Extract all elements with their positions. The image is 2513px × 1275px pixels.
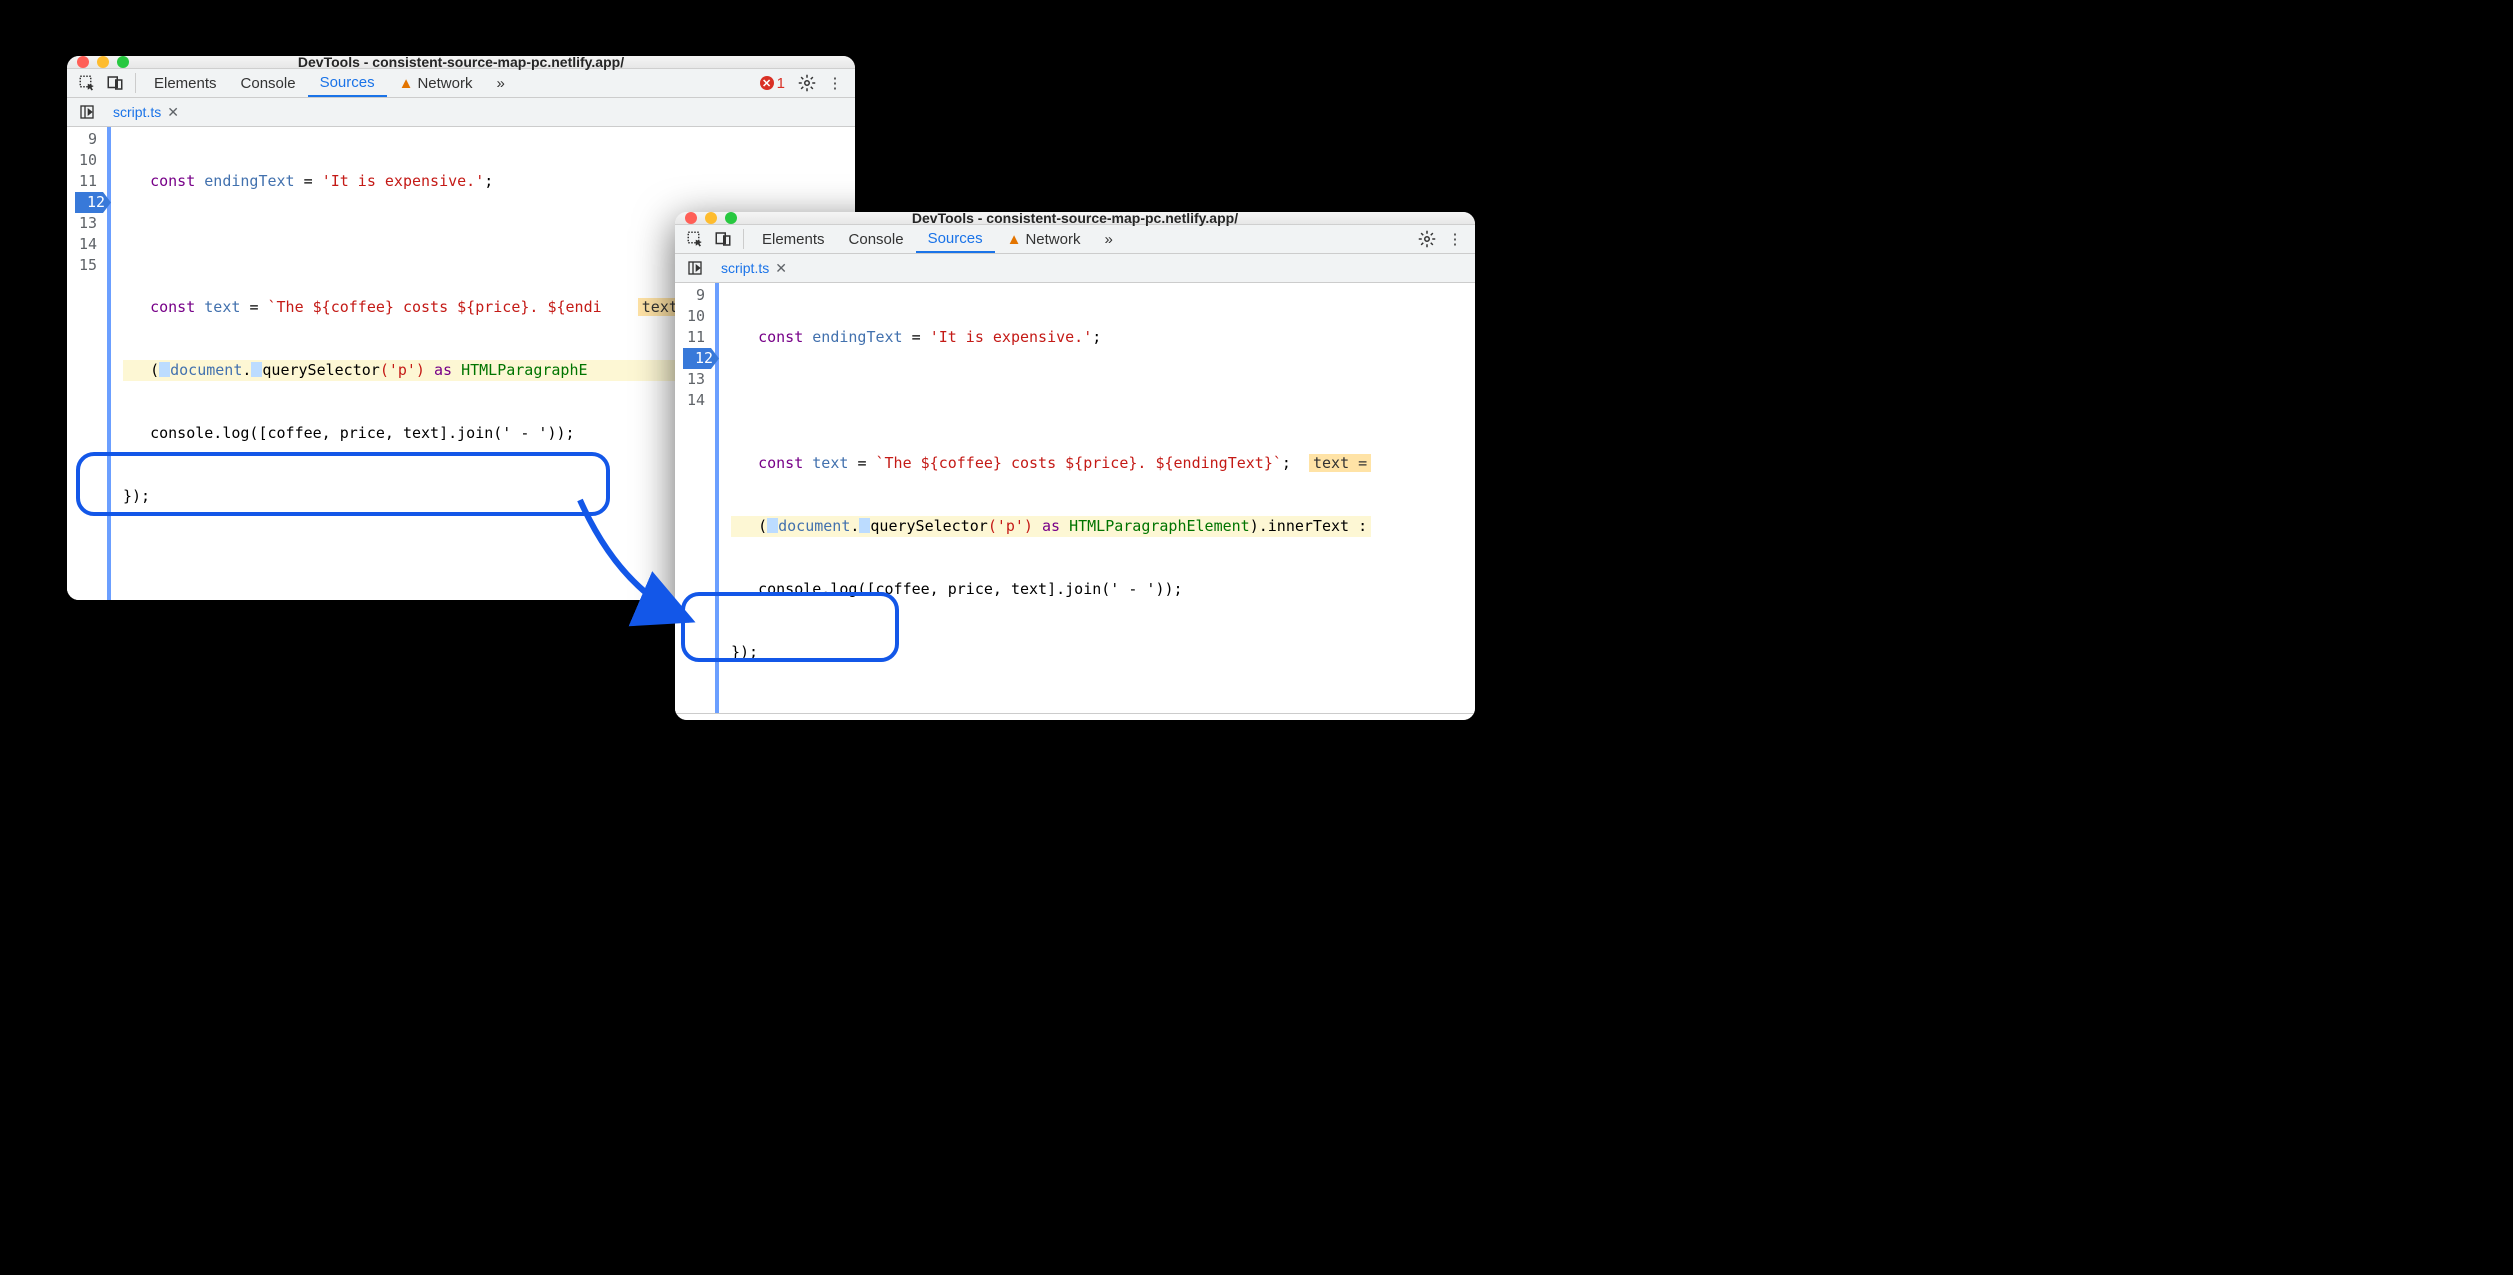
tab-console[interactable]: Console (837, 225, 916, 253)
close-window-icon[interactable] (685, 212, 697, 224)
toggle-panel-icon[interactable] (1437, 714, 1465, 720)
line-number: 10 (75, 150, 97, 171)
warning-icon: ▲ (1007, 231, 1022, 248)
separator (135, 73, 136, 93)
code-line-paused: (document.querySelector('p') as HTMLPara… (123, 360, 682, 381)
kebab-menu-icon[interactable]: ⋮ (1441, 225, 1469, 253)
step-marker-icon (767, 518, 778, 533)
code-line: const text = `The ${coffee} costs ${pric… (123, 297, 682, 318)
code-line: }); (731, 642, 1371, 663)
code-area[interactable]: const endingText = 'It is expensive.'; c… (719, 283, 1371, 713)
file-tab-bar: script.ts ✕ (67, 98, 855, 127)
tab-elements[interactable]: Elements (142, 69, 229, 97)
more-tabs-icon[interactable]: » (484, 69, 516, 97)
device-toggle-icon[interactable] (101, 69, 129, 97)
line-number: 14 (683, 390, 705, 411)
editor-status-bar: Line 12, Column 4 (From index.a8c1ec6b.j… (675, 713, 1475, 720)
titlebar[interactable]: DevTools - consistent-source-map-pc.netl… (675, 212, 1475, 225)
file-name: script.ts (113, 104, 161, 120)
error-badge[interactable]: ✕1 (760, 75, 785, 92)
warning-icon: ▲ (399, 75, 414, 92)
tab-network[interactable]: ▲Network (387, 69, 485, 97)
inspect-icon[interactable] (73, 69, 101, 97)
breakpoint-line-number[interactable]: 12 (75, 192, 111, 213)
file-tab-bar: script.ts ✕ (675, 254, 1475, 283)
file-tab-script[interactable]: script.ts ✕ (715, 260, 793, 277)
tab-console[interactable]: Console (229, 69, 308, 97)
close-tab-icon[interactable]: ✕ (167, 104, 179, 121)
breakpoint-line-number[interactable]: 12 (683, 348, 719, 369)
inspect-icon[interactable] (681, 225, 709, 253)
code-line: console.log([coffee, price, text].join('… (123, 423, 682, 444)
line-gutter: 9 10 11 12 13 14 15 (67, 127, 111, 600)
window-controls (685, 212, 737, 224)
close-window-icon[interactable] (77, 56, 89, 68)
code-editor[interactable]: 9 10 11 12 13 14 const endingText = 'It … (675, 283, 1475, 713)
step-marker-icon (251, 362, 262, 377)
titlebar[interactable]: DevTools - consistent-source-map-pc.netl… (67, 56, 855, 69)
navigator-toggle-icon[interactable] (681, 254, 709, 282)
line-number: 11 (75, 171, 97, 192)
more-tabs-icon[interactable]: » (1092, 225, 1124, 253)
file-name: script.ts (721, 260, 769, 276)
step-marker-icon (859, 518, 870, 533)
tab-sources[interactable]: Sources (308, 69, 387, 97)
code-line (731, 390, 1371, 411)
devtools-window-after: DevTools - consistent-source-map-pc.netl… (675, 212, 1475, 720)
line-number: 10 (683, 306, 705, 327)
main-toolbar: Elements Console Sources ▲Network » ⋮ (675, 225, 1475, 254)
minimize-window-icon[interactable] (97, 56, 109, 68)
device-toggle-icon[interactable] (709, 225, 737, 253)
tab-sources[interactable]: Sources (916, 225, 995, 253)
separator (743, 229, 744, 249)
line-number: 14 (75, 234, 97, 255)
code-line (123, 234, 682, 255)
line-number: 15 (75, 255, 97, 276)
tab-network[interactable]: ▲Network (995, 225, 1093, 253)
code-line: const text = `The ${coffee} costs ${pric… (731, 453, 1371, 474)
settings-icon[interactable] (793, 69, 821, 97)
navigator-toggle-icon[interactable] (73, 98, 101, 126)
window-title: DevTools - consistent-source-map-pc.netl… (675, 212, 1475, 226)
line-number: 9 (75, 129, 97, 150)
minimize-window-icon[interactable] (705, 212, 717, 224)
code-line: const endingText = 'It is expensive.'; (731, 327, 1371, 348)
code-line: const endingText = 'It is expensive.'; (123, 171, 682, 192)
maximize-window-icon[interactable] (725, 212, 737, 224)
line-number: 9 (683, 285, 705, 306)
code-line (123, 549, 682, 570)
line-number: 13 (75, 213, 97, 234)
code-line: }); (123, 486, 682, 507)
error-icon: ✕ (760, 76, 774, 90)
window-controls (77, 56, 129, 68)
line-number: 11 (683, 327, 705, 348)
step-marker-icon (159, 362, 170, 377)
code-line: console.log([coffee, price, text].join('… (731, 579, 1371, 600)
settings-icon[interactable] (1413, 225, 1441, 253)
kebab-menu-icon[interactable]: ⋮ (821, 69, 849, 97)
inline-value-hint: text = (1309, 454, 1371, 472)
main-toolbar: Elements Console Sources ▲Network » ✕1 ⋮ (67, 69, 855, 98)
line-gutter: 9 10 11 12 13 14 (675, 283, 719, 713)
code-line-paused: (document.querySelector('p') as HTMLPara… (731, 516, 1371, 537)
window-title: DevTools - consistent-source-map-pc.netl… (67, 56, 855, 70)
line-number: 13 (683, 369, 705, 390)
maximize-window-icon[interactable] (117, 56, 129, 68)
file-tab-script[interactable]: script.ts ✕ (107, 104, 185, 121)
close-tab-icon[interactable]: ✕ (775, 260, 787, 277)
code-area[interactable]: const endingText = 'It is expensive.'; c… (111, 127, 682, 600)
tab-elements[interactable]: Elements (750, 225, 837, 253)
